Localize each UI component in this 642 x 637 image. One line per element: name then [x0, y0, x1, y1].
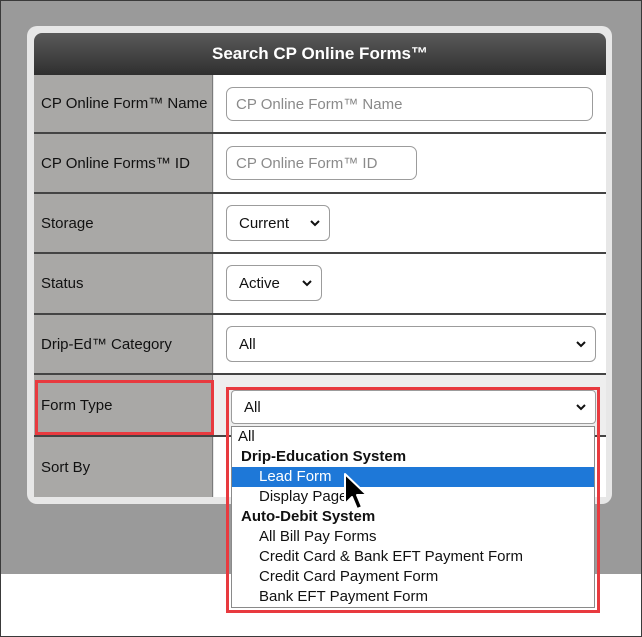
- label-form-id: CP Online Forms™ ID: [34, 134, 213, 192]
- cell-form-name: [214, 75, 606, 132]
- label-storage: Storage: [34, 194, 213, 252]
- cell-category: All: [214, 315, 606, 373]
- label-status: Status: [34, 254, 213, 313]
- chevron-down-icon: [576, 404, 586, 411]
- row-category: Drip-Ed™ Category All: [34, 315, 606, 373]
- dropdown-group-auto-debit: Auto-Debit System: [241, 508, 376, 525]
- row-status: Status Active: [34, 254, 606, 313]
- label-category: Drip-Ed™ Category: [34, 315, 213, 373]
- row-form-id: CP Online Forms™ ID: [34, 134, 606, 192]
- status-select[interactable]: Active: [226, 265, 322, 301]
- storage-select[interactable]: Current: [226, 205, 330, 241]
- dropdown-option-cc[interactable]: Credit Card Payment Form: [232, 567, 594, 587]
- category-select-value: All: [239, 335, 256, 353]
- cell-storage: Current: [214, 194, 606, 252]
- row-storage: Storage Current: [34, 194, 606, 252]
- dropdown-option-lead-form[interactable]: Lead Form: [232, 467, 594, 487]
- row-form-name: CP Online Form™ Name: [34, 75, 606, 132]
- label-form-type: Form Type: [34, 375, 213, 435]
- status-select-value: Active: [239, 274, 280, 292]
- chevron-down-icon: [576, 341, 586, 348]
- cell-status: Active: [214, 254, 606, 313]
- label-sort-by: Sort By: [34, 437, 213, 497]
- category-select[interactable]: All: [226, 326, 596, 362]
- form-id-input[interactable]: [226, 146, 417, 180]
- dropdown-option-eft[interactable]: Bank EFT Payment Form: [232, 587, 594, 607]
- form-type-select[interactable]: All: [231, 390, 596, 424]
- chevron-down-icon: [310, 220, 320, 227]
- dropdown-option-cc-eft[interactable]: Credit Card & Bank EFT Payment Form: [232, 547, 594, 567]
- dropdown-group-drip-education: Drip-Education System: [241, 448, 407, 465]
- dropdown-option-all-bill-pay[interactable]: All Bill Pay Forms: [232, 527, 594, 547]
- cell-form-id: [214, 134, 606, 192]
- storage-select-value: Current: [239, 214, 290, 232]
- dropdown-option-all[interactable]: All: [232, 427, 594, 447]
- panel-title: Search CP Online Forms™: [34, 33, 606, 75]
- label-form-name: CP Online Form™ Name: [34, 75, 213, 132]
- form-name-input[interactable]: [226, 87, 593, 121]
- form-type-dropdown-list: All Drip-Education System Lead Form Disp…: [231, 426, 595, 608]
- dropdown-option-display-page[interactable]: Display Page: [232, 487, 594, 507]
- form-type-select-value: All: [244, 398, 261, 416]
- mouse-pointer-icon: [344, 473, 368, 510]
- chevron-down-icon: [302, 280, 312, 287]
